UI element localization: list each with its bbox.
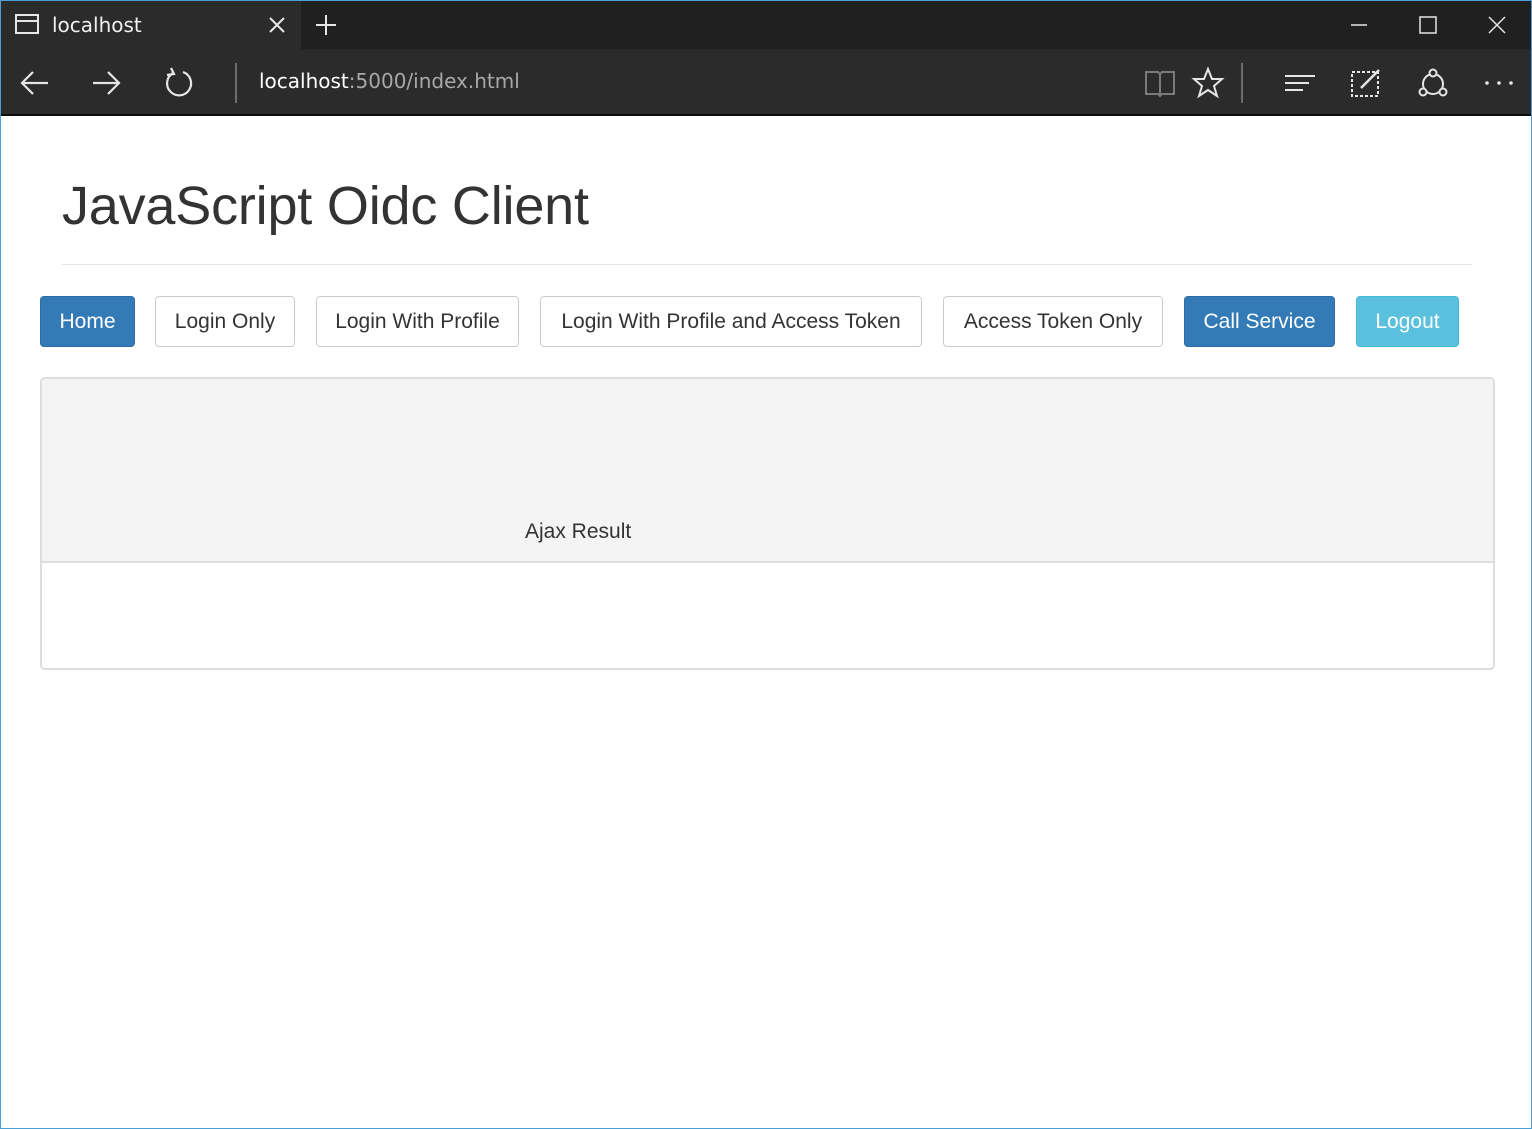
browser-window: localhost localhost:5000/index.html Java…	[0, 0, 1532, 1129]
hub-icon[interactable]	[1283, 66, 1317, 100]
url-path: :5000/index.html	[348, 69, 520, 93]
url-host: localhost	[259, 69, 349, 93]
reading-view-icon[interactable]	[1143, 66, 1177, 100]
tab-strip: localhost	[1, 1, 1531, 49]
minimize-icon[interactable]	[1347, 13, 1371, 37]
maximize-icon[interactable]	[1416, 13, 1440, 37]
separator	[235, 63, 237, 103]
login-with-profile-and-token-button[interactable]: Login With Profile and Access Token	[540, 296, 922, 347]
panel-body	[42, 563, 1493, 668]
logout-button[interactable]: Logout	[1356, 296, 1459, 347]
login-with-profile-button[interactable]: Login With Profile	[316, 296, 519, 347]
call-service-button[interactable]: Call Service	[1184, 296, 1335, 347]
page-icon	[15, 14, 39, 34]
tab-title: localhost	[52, 13, 142, 37]
panel-heading: Ajax Result	[42, 379, 1493, 563]
share-icon[interactable]	[1416, 66, 1450, 100]
back-icon[interactable]	[18, 66, 52, 100]
separator	[1241, 63, 1243, 103]
page-header: JavaScript Oidc Client	[62, 175, 1472, 265]
ajax-result-panel: Ajax Result	[40, 377, 1495, 670]
page-content: JavaScript Oidc Client Home Login Only L…	[1, 117, 1531, 1128]
home-button[interactable]: Home	[40, 296, 135, 347]
close-window-icon[interactable]	[1485, 13, 1509, 37]
favorite-star-icon[interactable]	[1191, 66, 1225, 100]
page-title: JavaScript Oidc Client	[62, 176, 589, 236]
new-tab-icon[interactable]	[314, 13, 338, 37]
close-tab-icon[interactable]	[266, 14, 288, 36]
refresh-icon[interactable]	[162, 66, 196, 100]
address-bar: localhost:5000/index.html	[1, 49, 1531, 116]
browser-tab[interactable]: localhost	[1, 1, 301, 49]
url-field[interactable]: localhost:5000/index.html	[259, 69, 520, 93]
access-token-only-button[interactable]: Access Token Only	[943, 296, 1163, 347]
panel-title: Ajax Result	[525, 520, 632, 543]
forward-icon[interactable]	[89, 66, 123, 100]
web-note-icon[interactable]	[1349, 66, 1383, 100]
login-only-button[interactable]: Login Only	[155, 296, 295, 347]
more-icon[interactable]	[1482, 66, 1516, 100]
